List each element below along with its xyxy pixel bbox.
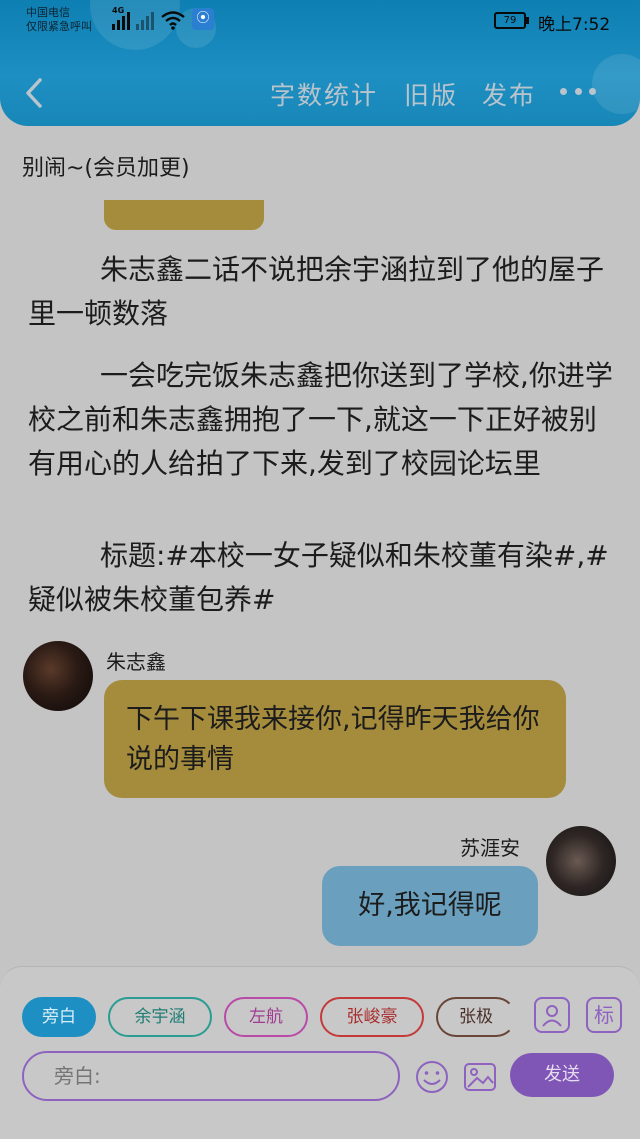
emergency-only-label: 仅限紧急呼叫 bbox=[26, 20, 92, 33]
signal-icon-sim2 bbox=[136, 10, 154, 30]
back-arrow-icon[interactable] bbox=[20, 76, 50, 110]
character-manager-icon[interactable] bbox=[534, 997, 570, 1033]
network-type: 4G bbox=[112, 6, 125, 15]
speaker-name: 朱志鑫 bbox=[106, 650, 166, 674]
app-header: 中国电信 仅限紧急呼叫 4G ⦿ 79 晚上7:52 字数统计 旧版 发布 bbox=[0, 0, 640, 126]
send-button[interactable]: 发送 bbox=[510, 1053, 614, 1097]
status-icons: 4G ⦿ bbox=[112, 6, 214, 30]
battery-icon: 79 bbox=[494, 12, 529, 29]
more-options-icon[interactable] bbox=[560, 88, 596, 98]
chapter-title: 别闹~(会员加更) bbox=[22, 156, 190, 181]
emoji-icon[interactable] bbox=[414, 1059, 450, 1095]
speaker-name: 苏涯安 bbox=[460, 836, 520, 860]
publish-button[interactable]: 发布 bbox=[482, 76, 536, 112]
word-count-button[interactable]: 字数统计 bbox=[270, 76, 378, 112]
role-chip-character[interactable]: 左航 bbox=[224, 997, 308, 1037]
battery-level: 79 bbox=[503, 15, 517, 26]
tag-icon[interactable]: 标 bbox=[586, 997, 622, 1033]
narration-paragraph: 朱志鑫二话不说把余宇涵拉到了他的屋子里一顿数落 bbox=[28, 253, 605, 330]
carrier-info: 中国电信 仅限紧急呼叫 bbox=[26, 6, 92, 34]
old-version-button[interactable]: 旧版 bbox=[404, 76, 458, 112]
chat-bubble-sent[interactable]: 好,我记得呢 bbox=[322, 866, 538, 946]
hotspot-icon: ⦿ bbox=[192, 8, 214, 30]
avatar[interactable] bbox=[23, 641, 93, 711]
chat-bubble-received[interactable]: 下午下课我来接你,记得昨天我给你说的事情 bbox=[104, 680, 566, 798]
narration-paragraph: 标题:#本校一女子疑似和朱校董有染#,#疑似被朱校董包养# bbox=[28, 539, 609, 616]
previous-message-bubble[interactable] bbox=[104, 200, 264, 230]
status-bar: 中国电信 仅限紧急呼叫 4G ⦿ 79 晚上7:52 bbox=[0, 0, 640, 46]
signal-icon: 4G bbox=[112, 6, 130, 30]
role-chip-narrator[interactable]: 旁白 bbox=[22, 997, 96, 1037]
role-chip-character[interactable]: 张极 bbox=[436, 997, 516, 1037]
avatar[interactable] bbox=[546, 826, 616, 896]
person-icon bbox=[542, 1005, 562, 1027]
message-input[interactable] bbox=[22, 1051, 400, 1101]
role-chip-character[interactable]: 余宇涵 bbox=[108, 997, 212, 1037]
wifi-icon bbox=[161, 11, 185, 30]
message-composer: 旁白 余宇涵 左航 张峻豪 张极 标 发送 bbox=[0, 966, 640, 1139]
role-chip-character[interactable]: 张峻豪 bbox=[320, 997, 424, 1037]
editor-toolbar: 字数统计 旧版 发布 bbox=[0, 60, 640, 126]
narration-paragraph: 一会吃完饭朱志鑫把你送到了学校,你进学校之前和朱志鑫拥抱了一下,就这一下正好被别… bbox=[28, 359, 613, 480]
clock: 晚上7:52 bbox=[538, 15, 611, 35]
carrier-name: 中国电信 bbox=[26, 6, 70, 19]
image-icon[interactable] bbox=[462, 1059, 498, 1095]
